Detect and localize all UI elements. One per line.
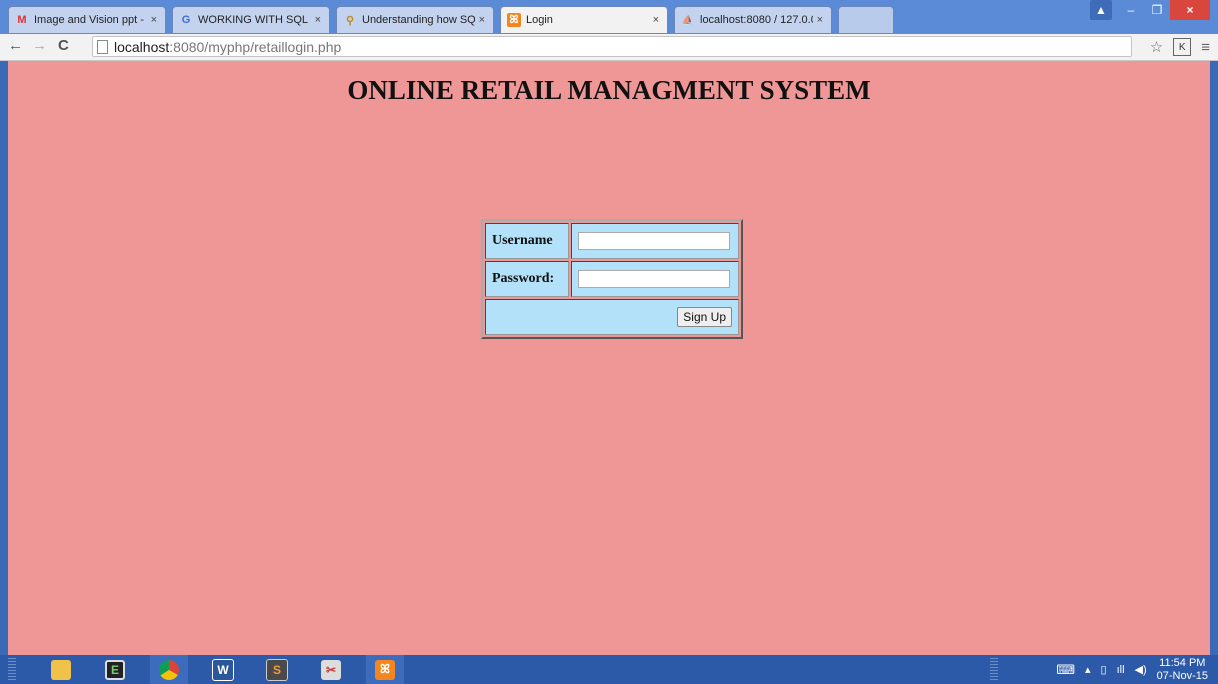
tab-label: Understanding how SQL S [362, 14, 475, 26]
battery-icon[interactable]: ▯ [1101, 663, 1107, 676]
login-form: Username Password: Sign Up [481, 219, 743, 339]
extension-k-icon[interactable]: K [1173, 38, 1192, 56]
minimize-icon[interactable]: – [1118, 0, 1144, 20]
app-terminal-icon[interactable]: E [96, 655, 134, 684]
pin-icon: ⚲ [345, 14, 355, 27]
volume-icon[interactable]: ◀) [1135, 663, 1147, 676]
submit-row: Sign Up [485, 299, 739, 335]
toolbar-right: ☆ K ≡ [1150, 38, 1210, 56]
page-content: ONLINE RETAIL MANAGMENT SYSTEM Username … [8, 61, 1210, 655]
windows-taskbar: E W S ✂ ꕤ ⌨ ▴ ▯ ıll ◀) 11:54 PM 07-Nov-1… [0, 655, 1218, 684]
tab-close-icon[interactable]: × [817, 14, 823, 26]
password-input[interactable] [578, 269, 730, 288]
submit-cell: Sign Up [485, 299, 739, 335]
window-close-icon[interactable]: × [1170, 0, 1210, 20]
tab-phpmyadmin[interactable]: ⛵ localhost:8080 / 127.0.0.1 × [674, 6, 832, 33]
username-label: Username [485, 223, 569, 259]
tab-label: Image and Vision ppt - ha [34, 14, 147, 26]
clock-time: 11:54 PM [1159, 656, 1206, 669]
taskbar-grip [8, 658, 16, 680]
reload-icon[interactable]: C [58, 37, 69, 54]
browser-toolbar: ← → C localhost :8080/myphp/retaillogin.… [0, 34, 1218, 61]
url-path: :8080/myphp/retaillogin.php [169, 38, 342, 55]
clock[interactable]: 11:54 PM 07-Nov-15 [1157, 657, 1208, 683]
word-icon[interactable]: W [204, 655, 242, 684]
tray-grip [990, 658, 998, 680]
username-cell [571, 223, 739, 259]
address-bar[interactable]: localhost :8080/myphp/retaillogin.php [92, 36, 1132, 57]
restore-icon[interactable]: ❐ [1144, 0, 1170, 20]
gmail-icon: M [17, 14, 27, 26]
xampp-icon: ꕤ [507, 13, 521, 27]
tab-label: localhost:8080 / 127.0.0.1 [700, 14, 813, 26]
page-icon [97, 39, 108, 54]
sign-up-button[interactable]: Sign Up [677, 307, 732, 327]
tab-label: Login [526, 14, 553, 26]
username-input[interactable] [578, 231, 730, 250]
new-tab-button[interactable] [838, 6, 894, 33]
sublime-icon[interactable]: S [258, 655, 296, 684]
username-row: Username [485, 223, 739, 259]
phpmyadmin-icon: ⛵ [682, 14, 694, 25]
chrome-icon[interactable] [150, 655, 188, 684]
chevron-up-icon[interactable]: ▴ [1085, 663, 1091, 676]
clock-date: 07-Nov-15 [1156, 669, 1208, 682]
file-explorer-icon[interactable] [42, 655, 80, 684]
tab-sql[interactable]: ⚲ Understanding how SQL S × [336, 6, 494, 33]
window-controls: ▲ – ❐ × [1090, 0, 1210, 20]
url-host: localhost [114, 38, 170, 55]
menu-hamburger-icon[interactable]: ≡ [1201, 39, 1210, 56]
tab-close-icon[interactable]: × [479, 14, 485, 26]
forward-icon[interactable]: → [32, 37, 47, 54]
page-title: ONLINE RETAIL MANAGMENT SYSTEM [347, 75, 871, 105]
user-profile-icon[interactable]: ▲ [1090, 0, 1112, 20]
tab-login[interactable]: ꕤ Login × [500, 6, 668, 33]
tab-close-icon[interactable]: × [315, 14, 321, 26]
bookmark-star-icon[interactable]: ☆ [1150, 38, 1163, 56]
keyboard-icon[interactable]: ⌨ [1056, 662, 1075, 678]
tab-strip: M Image and Vision ppt - ha × G WORKING … [8, 6, 900, 34]
tab-google[interactable]: G WORKING WITH SQL QUE × [172, 6, 330, 33]
tab-label: WORKING WITH SQL QUE [198, 14, 311, 26]
back-icon[interactable]: ← [8, 37, 23, 54]
tab-gmail[interactable]: M Image and Vision ppt - ha × [8, 6, 166, 33]
network-icon[interactable]: ıll [1117, 664, 1125, 676]
password-row: Password: [485, 261, 739, 297]
snipping-tool-icon[interactable]: ✂ [312, 655, 350, 684]
folder-icon [51, 659, 71, 680]
tab-close-icon[interactable]: × [151, 14, 157, 26]
password-label: Password: [485, 261, 569, 297]
password-cell [571, 261, 739, 297]
xampp-taskbar-icon[interactable]: ꕤ [366, 655, 404, 684]
system-tray: ⌨ ▴ ▯ ıll ◀) 11:54 PM 07-Nov-15 [1056, 655, 1208, 684]
browser-titlebar: M Image and Vision ppt - ha × G WORKING … [0, 0, 1218, 34]
tab-close-icon[interactable]: × [653, 14, 659, 26]
google-icon: G [181, 14, 191, 26]
